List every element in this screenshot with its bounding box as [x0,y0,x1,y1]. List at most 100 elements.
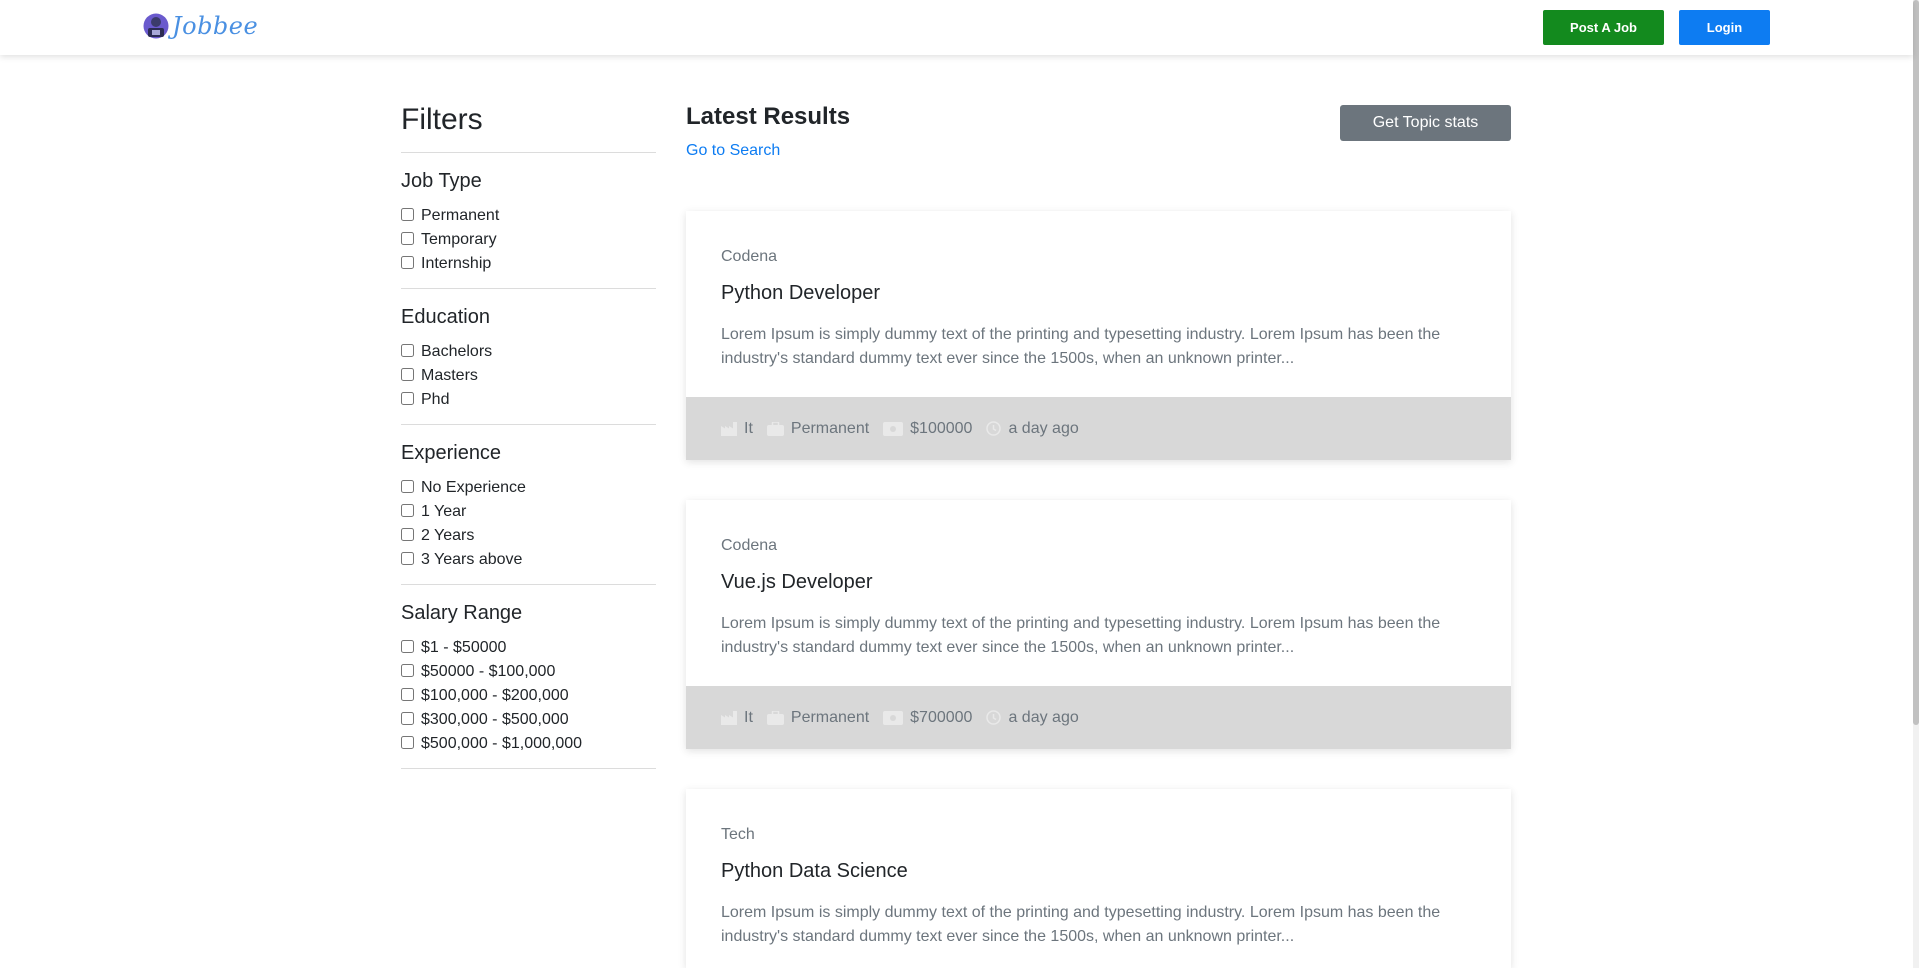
option-label: No Experience [421,479,526,496]
scrollbar-thumb[interactable] [1913,0,1919,725]
job-card-body: Codena Vue.js Developer Lorem Ipsum is s… [686,500,1511,686]
get-topic-stats-button[interactable]: Get Topic stats [1340,105,1511,141]
filter-group-job-type: Job Type Permanent Temporary Internship [401,169,656,276]
checkbox[interactable] [401,391,414,405]
divider [401,584,656,585]
filter-option-1-year[interactable]: 1 Year [401,500,656,524]
job-card-body: Codena Python Developer Lorem Ipsum is s… [686,211,1511,397]
checkbox[interactable] [401,711,414,725]
option-label: Phd [421,391,450,408]
checkbox[interactable] [401,551,414,565]
filter-option-permanent[interactable]: Permanent [401,204,656,228]
checkbox[interactable] [401,503,414,517]
checkbox[interactable] [401,367,414,381]
job-description: Lorem Ipsum is simply dummy text of the … [721,326,1441,367]
option-label: 2 Years [421,527,475,544]
filters-title: Filters [401,103,483,136]
option-label: 1 Year [421,503,467,520]
briefcase-icon [766,421,784,436]
checkbox[interactable] [401,527,414,541]
brand-logo-link[interactable]: Jobbee [143,12,258,40]
option-label: Internship [421,255,492,272]
clock-icon [986,710,1002,725]
filter-option-salary-3[interactable]: $100,000 - $200,000 [401,684,656,708]
filter-group-title: Salary Range [401,602,523,624]
salary-text: $700000 [910,708,973,726]
company-name: Codena [721,248,778,265]
option-label: $100,000 - $200,000 [421,687,569,704]
filter-option-phd[interactable]: Phd [401,388,656,412]
go-to-search-link[interactable]: Go to Search [686,142,780,160]
divider [401,152,656,153]
posted-text: a day ago [1008,708,1079,726]
checkbox[interactable] [401,735,414,749]
checkbox[interactable] [401,479,414,493]
job-title[interactable]: Python Developer [721,281,1476,305]
divider [401,288,656,289]
navbar: Jobbee Post A Job Login [0,0,1913,55]
option-label: $500,000 - $1,000,000 [421,735,583,752]
filters-sidebar: Filters Job Type Permanent Temporary Int… [401,100,656,785]
job-title[interactable]: Python Data Science [721,859,1476,883]
filter-group-title: Experience [401,442,502,464]
job-card[interactable]: Codena Python Developer Lorem Ipsum is s… [686,211,1511,460]
job-card-footer: It Permanent $100000 a day ago [686,397,1511,460]
filter-group-title: Education [401,306,490,328]
salary-text: $100000 [910,419,973,437]
industry-icon [721,421,737,436]
checkbox[interactable] [401,687,414,701]
filter-option-2-years[interactable]: 2 Years [401,524,656,548]
company-name: Codena [721,537,778,554]
job-card-body: Tech Python Data Science Lorem Ipsum is … [686,789,1511,968]
filter-group-salary-range: Salary Range $1 - $50000 $50000 - $100,0… [401,601,656,756]
clock-icon [986,421,1002,436]
checkbox[interactable] [401,663,414,677]
filter-group-education: Education Bachelors Masters Phd [401,305,656,412]
page-title: Latest Results [686,103,851,130]
job-posted: a day ago [986,708,1079,727]
checkbox[interactable] [401,255,414,269]
job-type: Permanent [766,419,870,438]
checkbox[interactable] [401,207,414,221]
filter-option-no-experience[interactable]: No Experience [401,476,656,500]
post-job-button[interactable]: Post A Job [1543,10,1664,45]
job-title[interactable]: Vue.js Developer [721,570,1476,594]
checkbox[interactable] [401,639,414,653]
filter-option-bachelors[interactable]: Bachelors [401,340,656,364]
filter-option-3-years-above[interactable]: 3 Years above [401,548,656,572]
checkbox[interactable] [401,231,414,245]
job-card[interactable]: Tech Python Data Science Lorem Ipsum is … [686,789,1511,968]
filter-option-masters[interactable]: Masters [401,364,656,388]
filter-option-salary-2[interactable]: $50000 - $100,000 [401,660,656,684]
page-scrollbar[interactable] [1913,0,1919,968]
filter-option-temporary[interactable]: Temporary [401,228,656,252]
job-type-text: Permanent [790,708,870,726]
job-description: Lorem Ipsum is simply dummy text of the … [721,615,1441,656]
job-type: Permanent [766,708,870,727]
industry-icon [721,710,737,725]
filter-option-salary-1[interactable]: $1 - $50000 [401,636,656,660]
filter-option-internship[interactable]: Internship [401,252,656,276]
option-label: 3 Years above [421,551,523,568]
company-name: Tech [721,826,755,843]
filter-option-salary-4[interactable]: $300,000 - $500,000 [401,708,656,732]
job-type-text: Permanent [790,419,870,437]
job-description: Lorem Ipsum is simply dummy text of the … [721,904,1441,945]
option-label: Masters [421,367,478,384]
logo-icon [143,13,169,39]
checkbox[interactable] [401,343,414,357]
login-button[interactable]: Login [1679,10,1770,45]
industry-text: It [744,419,753,437]
filter-group-title: Job Type [401,170,482,192]
divider [401,768,656,769]
filter-option-salary-5[interactable]: $500,000 - $1,000,000 [401,732,656,756]
option-label: $1 - $50000 [421,639,507,656]
option-label: $50000 - $100,000 [421,663,556,680]
job-posted: a day ago [986,419,1079,438]
posted-text: a day ago [1008,419,1079,437]
option-label: Temporary [421,231,497,248]
option-label: Bachelors [421,343,493,360]
brand-name: Jobbee [172,12,259,40]
filter-group-experience: Experience No Experience 1 Year 2 Years … [401,441,656,572]
job-card[interactable]: Codena Vue.js Developer Lorem Ipsum is s… [686,500,1511,749]
